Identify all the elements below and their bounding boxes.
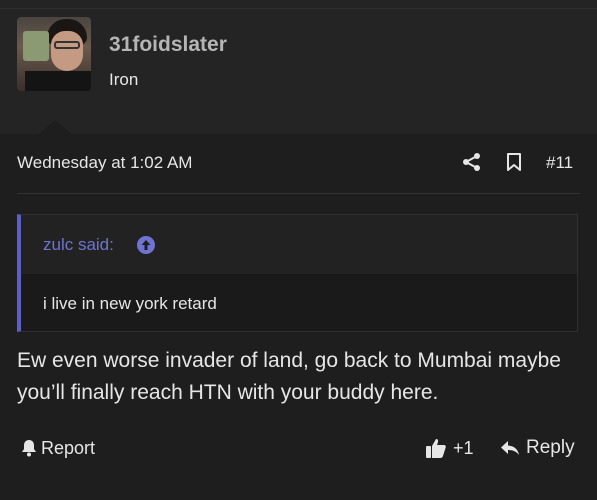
user-rank: Iron xyxy=(109,70,139,89)
report-button[interactable]: Report xyxy=(21,437,95,459)
reply-button[interactable]: Reply xyxy=(500,437,575,459)
bookmark-icon[interactable] xyxy=(506,152,522,172)
username-link[interactable]: 31foidslater xyxy=(109,33,227,57)
report-label: Report xyxy=(41,437,96,458)
quote-author-link[interactable]: zulc said: xyxy=(43,235,114,255)
arrow-up-circle-icon[interactable] xyxy=(136,235,156,255)
reply-arrow-icon xyxy=(500,439,520,457)
post-number-link[interactable]: #11 xyxy=(546,153,573,173)
post-divider xyxy=(17,193,580,194)
like-count: +1 xyxy=(453,437,474,458)
reply-label: Reply xyxy=(526,437,575,458)
post-date[interactable]: Wednesday at 1:02 AM xyxy=(17,153,192,173)
top-divider xyxy=(0,8,597,9)
like-button[interactable]: +1 xyxy=(425,437,474,459)
bell-icon xyxy=(21,439,37,457)
avatar[interactable] xyxy=(17,17,91,91)
post-message: Ew even worse invader of land, go back t… xyxy=(17,349,561,404)
quote-text: i live in new york retard xyxy=(43,294,217,313)
quote-block: zulc said: i live in new york retard xyxy=(17,214,578,332)
thumbs-up-icon xyxy=(425,437,447,459)
forum-post: 31foidslater Iron Wednesday at 1:02 AM #… xyxy=(0,0,597,500)
header-arrow xyxy=(38,120,72,134)
share-icon[interactable] xyxy=(462,152,482,172)
